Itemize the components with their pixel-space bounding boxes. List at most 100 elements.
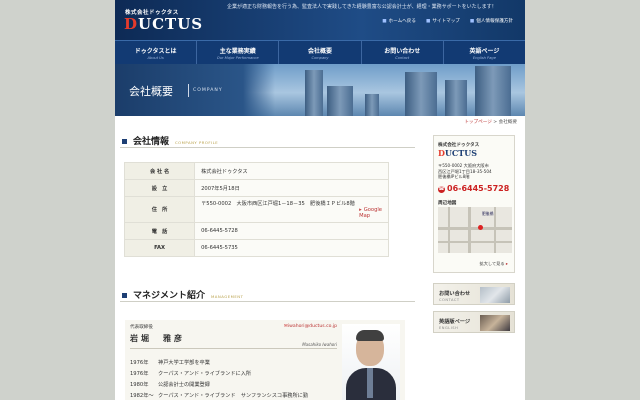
table-row: FAX 06-6445-5735 xyxy=(123,239,389,257)
history-text: 公認会計士の開業登録 xyxy=(158,382,210,388)
breadcrumb: トップページ > 会社概要 xyxy=(464,119,517,125)
breadcrumb-separator: > xyxy=(493,120,498,125)
nav-english[interactable]: 英語ページ English Page xyxy=(444,41,525,64)
home-link-label: ホームへ戻る xyxy=(388,19,416,24)
header-links: ■ ホームへ戻る ■ サイトマップ ■ 個人情報保護方針 xyxy=(382,18,513,24)
management-section-title: マネジメント紹介 MANAGEMENT xyxy=(120,282,415,302)
card-phone-number: 06-6445-5728 xyxy=(447,184,510,193)
list-item: 1982年〜 クーパス・アンド・ライブランド サンフランシスコ事務所に勤 xyxy=(130,391,308,400)
nav-contact[interactable]: お問い合わせ Contact xyxy=(362,41,444,64)
google-map-link[interactable]: ▸ Google Map xyxy=(359,207,382,219)
ceo-email: iwahori@ductus.co.jp xyxy=(287,324,337,329)
building-image xyxy=(327,86,353,116)
google-map-label: Google Map xyxy=(359,207,382,219)
breadcrumb-current: 会社概要 xyxy=(498,120,517,125)
sidebar: 株式会社ドゥクタス DUCTUS 〒550-0002 大阪府大阪市 西区江戸堀1… xyxy=(433,135,515,333)
home-icon: ■ xyxy=(382,19,387,24)
card-phone[interactable]: ☎ 06-6445-5728 xyxy=(438,184,509,193)
row-value: 06-6445-5728 xyxy=(194,222,389,240)
section-title-en: COMPANY PROFILE xyxy=(175,140,219,145)
nav-company[interactable]: 会社概要 Company xyxy=(279,41,362,64)
meeting-photo-icon xyxy=(480,315,510,331)
building-image xyxy=(475,66,511,116)
english-button-sublabel: ENGLISH xyxy=(439,326,459,330)
nav-performance[interactable]: 主な業務実績 Our Major Performance xyxy=(197,41,280,64)
address-line: 肥後橋IPビル8階 xyxy=(438,174,470,179)
nav-sublabel: Company xyxy=(311,55,329,60)
card-logo-letters: UCTUS xyxy=(444,148,477,158)
ceo-email-link[interactable]: ✉iwahori@ductus.co.jp xyxy=(284,324,337,329)
nav-sublabel: Our Major Performance xyxy=(216,55,259,60)
address-line: 〒550-0002 大阪府大阪市 xyxy=(438,163,489,168)
history-text: 神戸大学工学部を卒業 xyxy=(158,360,210,366)
row-value: 06-6445-5735 xyxy=(194,239,389,257)
management-section: マネジメント紹介 MANAGEMENT xyxy=(120,282,415,302)
nav-label: ドゥクタスとは xyxy=(134,47,177,55)
area-map[interactable]: 肥後橋 xyxy=(438,207,512,253)
title-divider xyxy=(188,84,189,97)
page-container: 株式会社ドゥクタス DUCTUS 企業が適正な財務報告を行う為、監査法人で実践し… xyxy=(115,0,525,400)
map-enlarge-label: 拡大して見る xyxy=(479,261,505,266)
building-image xyxy=(405,72,437,116)
row-label: 設 立 xyxy=(123,179,196,197)
table-row: 設 立 2007年5月18日 xyxy=(123,179,389,197)
company-profile-table: 会 社 名株式会社ドゥクタス 設 立 2007年5月18日 住 所〒550-000… xyxy=(123,162,389,257)
main-content: 会社情報 COMPANY PROFILE 会 社 名株式会社ドゥクタス 設 立2… xyxy=(120,128,415,257)
nav-label: 英語ページ xyxy=(469,47,500,55)
card-logo: DUCTUS xyxy=(438,148,477,158)
map-road xyxy=(448,207,450,253)
contact-button-label: お問い合わせ xyxy=(439,291,471,297)
table-row: 電 話 06-6445-5728 xyxy=(123,222,389,240)
history-year: 1982年〜 xyxy=(130,393,154,399)
contact-button[interactable]: お問い合わせ CONTACT xyxy=(433,283,515,305)
english-page-button[interactable]: 英語版ページ ENGLISH xyxy=(433,311,515,333)
section-square-icon xyxy=(122,293,127,298)
nav-about[interactable]: ドゥクタスとは About Us xyxy=(115,41,198,64)
table-row: 住 所〒550-0002 大阪市西区江戸堀1－18－35 肥後橋ＩＰビル8階 ▸ G… xyxy=(123,196,389,223)
row-value: 2007年5月18日 xyxy=(194,179,389,197)
arrow-right-icon: ▸ xyxy=(505,261,508,266)
calculator-icon xyxy=(480,287,510,303)
section-title-jp: 会社情報 xyxy=(133,137,170,147)
hero-banner: 会社概要 COMPANY xyxy=(115,64,525,116)
list-item: 1976年 神戸大学工学部を卒業 xyxy=(130,358,308,369)
english-button-label: 英語版ページ xyxy=(439,319,471,325)
map-enlarge-link[interactable]: 拡大して見る ▸ xyxy=(480,261,508,267)
nav-label: お問い合わせ xyxy=(384,47,421,55)
row-label: FAX xyxy=(123,239,196,257)
contact-button-sublabel: CONTACT xyxy=(439,298,460,302)
building-image xyxy=(305,70,323,116)
phone-icon: ☎ xyxy=(438,186,445,193)
career-history: 1976年 神戸大学工学部を卒業 1976年 クーパス・アンド・ライブランドに入所 … xyxy=(130,358,308,400)
company-card: 株式会社ドゥクタス DUCTUS 〒550-0002 大阪府大阪市 西区江戸堀1… xyxy=(433,135,515,273)
nav-label: 会社概要 xyxy=(308,47,333,55)
history-text: クーパス・アンド・ライブランド サンフランシスコ事務所に勤 xyxy=(158,393,309,399)
building-image xyxy=(445,80,467,116)
row-value: 〒550-0002 大阪市西区江戸堀1－18－35 肥後橋ＩＰビル8階 ▸ Goog… xyxy=(194,196,389,223)
history-text: クーパス・アンド・ライブランドに入所 xyxy=(158,371,252,377)
ceo-photo xyxy=(342,324,400,400)
page-title: 会社概要 xyxy=(129,85,173,98)
home-link[interactable]: ■ ホームへ戻る xyxy=(382,18,416,24)
map-station-label: 肥後橋 xyxy=(482,211,494,216)
privacy-link[interactable]: ■ 個人情報保護方針 xyxy=(470,18,513,24)
sitemap-icon: ■ xyxy=(425,19,431,24)
breadcrumb-home-link[interactable]: トップページ xyxy=(464,120,491,125)
nav-sublabel: English Page xyxy=(472,55,496,60)
ceo-role: 代表取締役 xyxy=(130,325,153,330)
privacy-icon: ■ xyxy=(469,19,475,24)
history-year: 1980年 xyxy=(130,382,149,388)
privacy-link-label: 個人情報保護方針 xyxy=(476,19,513,24)
nav-label: 主な業務実績 xyxy=(219,47,256,55)
section-title-jp: マネジメント紹介 xyxy=(133,291,206,301)
sitemap-link[interactable]: ■ サイトマップ xyxy=(426,18,460,24)
map-label: 周辺地図 xyxy=(438,201,457,206)
history-year: 1976年 xyxy=(130,360,149,366)
profile-section-title: 会社情報 COMPANY PROFILE xyxy=(120,128,415,148)
ceo-name-romaji: Masahiko Iwahori xyxy=(302,342,337,347)
site-header: 株式会社ドゥクタス DUCTUS 企業が適正な財務報告を行う為、監査法人で実践し… xyxy=(115,0,525,40)
row-label: 会 社 名 xyxy=(123,162,196,180)
site-logo[interactable]: DUCTUS xyxy=(124,15,203,33)
photo-hair xyxy=(356,330,384,341)
page-title-en: COMPANY xyxy=(193,88,223,93)
